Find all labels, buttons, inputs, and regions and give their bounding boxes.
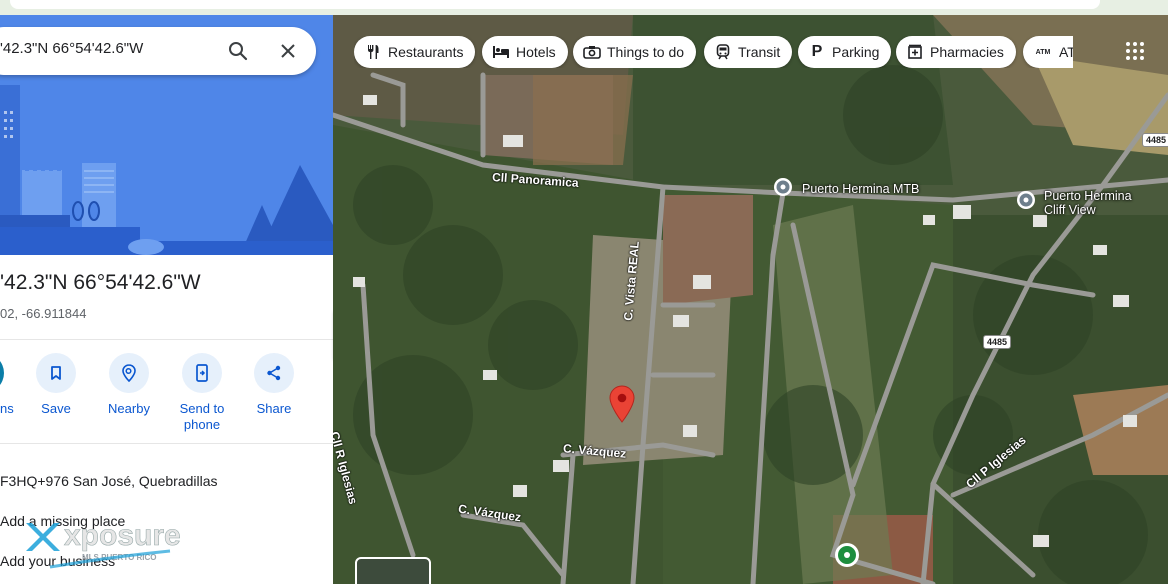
share-label: Share [256, 401, 292, 416]
nearby-icon [109, 353, 149, 393]
send-to-phone-button[interactable]: Send to phone [167, 353, 237, 433]
send-label-line1: Send to [179, 401, 225, 416]
save-label: Save [41, 401, 71, 416]
close-icon[interactable] [277, 40, 299, 62]
parking-icon: P [811, 43, 823, 60]
category-chips: Restaurants Hotels Things to do Transit … [354, 36, 1073, 68]
train-icon [714, 43, 732, 61]
directions-button[interactable]: ns [0, 353, 18, 416]
bed-icon [492, 43, 510, 61]
route-shield-4485: 4485 [1142, 133, 1168, 147]
layers-toggle-button[interactable] [355, 557, 431, 584]
divider [0, 443, 333, 444]
chip-transit[interactable]: Transit [704, 36, 793, 68]
search-query-text[interactable]: '42.3"N 66°54'42.6"W [0, 40, 143, 57]
plus-code-row[interactable]: F3HQ+976 San José, Quebradillas [0, 473, 218, 489]
xposure-watermark-logo: xposure MLS PUERTO RICO [20, 509, 190, 579]
save-button[interactable]: Save [21, 353, 91, 417]
poi-marker-icon[interactable] [1016, 190, 1036, 210]
place-coordinates: 02, -66.911844 [0, 306, 87, 321]
place-panel: '42.3"N 66°54'42.6"W '42.3"N 66°54'42.6"… [0, 15, 333, 584]
svg-text:xposure: xposure [64, 519, 181, 552]
nearby-button[interactable]: Nearby [94, 353, 164, 417]
address-bar-edge [10, 0, 1100, 9]
browser-top-strip [0, 0, 1168, 15]
chip-label: Parking [832, 44, 880, 60]
pharmacy-icon [906, 43, 924, 61]
divider [0, 339, 333, 340]
poi-label-cliff-view[interactable]: Puerto Hermina Cliff View [1044, 189, 1132, 217]
chip-restaurants[interactable]: Restaurants [354, 36, 476, 68]
directions-label: ns [0, 401, 14, 416]
chip-label: Hotels [516, 44, 556, 60]
satellite-map[interactable]: Cll Panoramica C. Vista REAL C. Vázquez … [333, 15, 1168, 584]
search-box[interactable]: '42.3"N 66°54'42.6"W [0, 27, 316, 75]
directions-icon [0, 353, 4, 393]
chip-atm[interactable]: ATM ATM [1023, 36, 1073, 68]
chip-pharmacies[interactable]: Pharmacies [896, 36, 1016, 68]
green-place-marker-icon[interactable] [834, 542, 860, 572]
send-to-phone-label: Send to phone [167, 401, 237, 433]
chip-hotels[interactable]: Hotels [482, 36, 568, 68]
nearby-label: Nearby [108, 401, 150, 416]
chip-things-to-do[interactable]: Things to do [573, 36, 697, 68]
place-title: '42.3"N 66°54'42.6"W [0, 271, 201, 294]
chip-label: Pharmacies [930, 44, 1004, 60]
atm-icon: ATM [1035, 48, 1051, 56]
send-label-line2: phone [183, 417, 221, 432]
poi-marker-icon[interactable] [773, 177, 793, 197]
share-button[interactable]: Share [239, 353, 309, 417]
phone-send-icon [182, 353, 222, 393]
location-pin-icon[interactable] [609, 385, 635, 423]
chip-label: ATM [1059, 44, 1073, 60]
poi-label-cliff-line2: Cliff View [1044, 203, 1096, 217]
poi-label-cliff-line1: Puerto Hermina [1044, 189, 1132, 203]
chip-label: Restaurants [388, 44, 464, 60]
chip-parking[interactable]: P Parking [798, 36, 892, 68]
camera-icon [583, 43, 601, 61]
route-shield-4485: 4485 [983, 335, 1012, 349]
search-icon[interactable] [226, 39, 250, 63]
poi-label-mtb[interactable]: Puerto Hermina MTB [802, 182, 919, 196]
fork-knife-icon [364, 43, 382, 61]
share-icon [254, 353, 294, 393]
bookmark-icon [36, 353, 76, 393]
chip-label: Things to do [607, 44, 685, 60]
chip-label: Transit [738, 44, 781, 60]
apps-grid-icon[interactable] [1124, 40, 1146, 62]
